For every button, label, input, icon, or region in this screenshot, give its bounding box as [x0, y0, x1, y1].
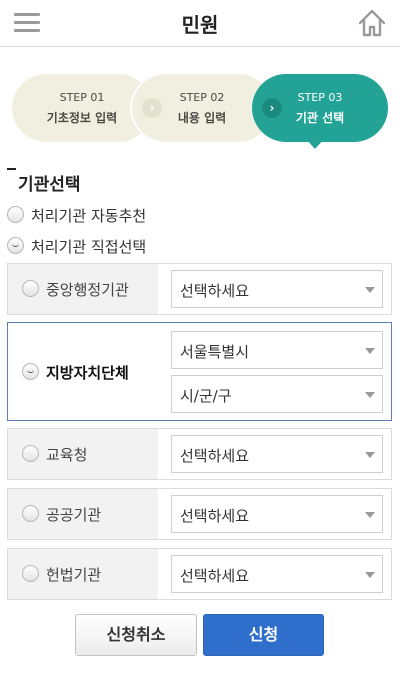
agency-education-select[interactable]: 선택하세요	[171, 435, 383, 473]
dropdown-arrow-icon	[365, 348, 375, 354]
auto-recommend-radio[interactable]	[7, 206, 24, 223]
app-header: 민원	[0, 0, 400, 47]
select-value: 선택하세요	[180, 507, 250, 525]
dropdown-arrow-icon	[365, 512, 375, 518]
agency-row-local: 지방자치단체 서울특별시 시/군/구	[7, 322, 392, 421]
agency-local-label: 지방자치단체	[46, 363, 129, 382]
current-step-pointer	[306, 139, 324, 149]
select-value: 선택하세요	[180, 567, 250, 585]
agency-local-option[interactable]: 지방자치단체	[8, 323, 158, 420]
agency-education-label: 교육청	[46, 446, 88, 464]
page-title: 민원	[181, 13, 219, 37]
section-title: 기관선택	[18, 175, 81, 195]
agency-education-option[interactable]: 교육청	[8, 429, 158, 479]
step-1-label: 기초정보 입력	[46, 111, 118, 125]
submit-application-button[interactable]: 신청	[203, 614, 324, 656]
cancel-application-button[interactable]: 신청취소	[75, 614, 197, 656]
agency-row-constitutional: 헌법기관 선택하세요	[7, 548, 392, 600]
agency-row-central: 중앙행정기관 선택하세요	[7, 263, 392, 315]
agency-constitutional-radio[interactable]	[22, 565, 39, 582]
agency-row-education: 교육청 선택하세요	[7, 428, 392, 480]
agency-constitutional-option[interactable]: 헌법기관	[8, 549, 158, 599]
select-value: 시/군/구	[180, 387, 232, 405]
agency-central-option[interactable]: 중앙행정기관	[8, 264, 158, 314]
chevron-right-icon: ›	[262, 98, 282, 118]
agency-central-select[interactable]: 선택하세요	[171, 270, 383, 308]
step-indicator: STEP 01 기초정보 입력 STEP 02 내용 입력 STEP 03 기관…	[12, 74, 388, 142]
chevron-right-icon: ›	[142, 98, 162, 118]
dropdown-arrow-icon	[365, 287, 375, 293]
direct-select-radio[interactable]	[7, 237, 24, 254]
direct-select-label: 처리기관 직접선택	[31, 238, 147, 256]
select-value: 선택하세요	[180, 282, 250, 300]
agency-constitutional-label: 헌법기관	[46, 566, 102, 584]
agency-central-radio[interactable]	[22, 280, 39, 297]
home-icon[interactable]	[356, 7, 388, 39]
agency-public-select[interactable]: 선택하세요	[171, 495, 383, 533]
dropdown-arrow-icon	[365, 452, 375, 458]
agency-public-option[interactable]: 공공기관	[8, 489, 158, 539]
agency-central-label: 중앙행정기관	[46, 281, 129, 299]
agency-row-public: 공공기관 선택하세요	[7, 488, 392, 540]
dropdown-arrow-icon	[365, 392, 375, 398]
step-1-number: STEP 01	[59, 91, 105, 104]
agency-local-radio[interactable]	[22, 362, 39, 380]
agency-education-radio[interactable]	[22, 445, 39, 462]
dropdown-arrow-icon	[365, 572, 375, 578]
auto-recommend-label: 처리기관 자동추천	[31, 207, 147, 225]
agency-local-city-select[interactable]: 서울특별시	[171, 331, 383, 369]
agency-constitutional-select[interactable]: 선택하세요	[171, 555, 383, 593]
agency-local-district-select[interactable]: 시/군/구	[171, 375, 383, 413]
section-title-mark	[7, 168, 16, 170]
select-value: 선택하세요	[180, 447, 250, 465]
select-value: 서울특별시	[180, 343, 250, 361]
agency-public-radio[interactable]	[22, 505, 39, 522]
agency-public-label: 공공기관	[46, 506, 102, 524]
auto-recommend-option[interactable]: 처리기관 자동추천	[7, 203, 207, 227]
direct-select-option[interactable]: 처리기관 직접선택	[7, 234, 207, 258]
step-1: STEP 01 기초정보 입력	[12, 74, 152, 142]
